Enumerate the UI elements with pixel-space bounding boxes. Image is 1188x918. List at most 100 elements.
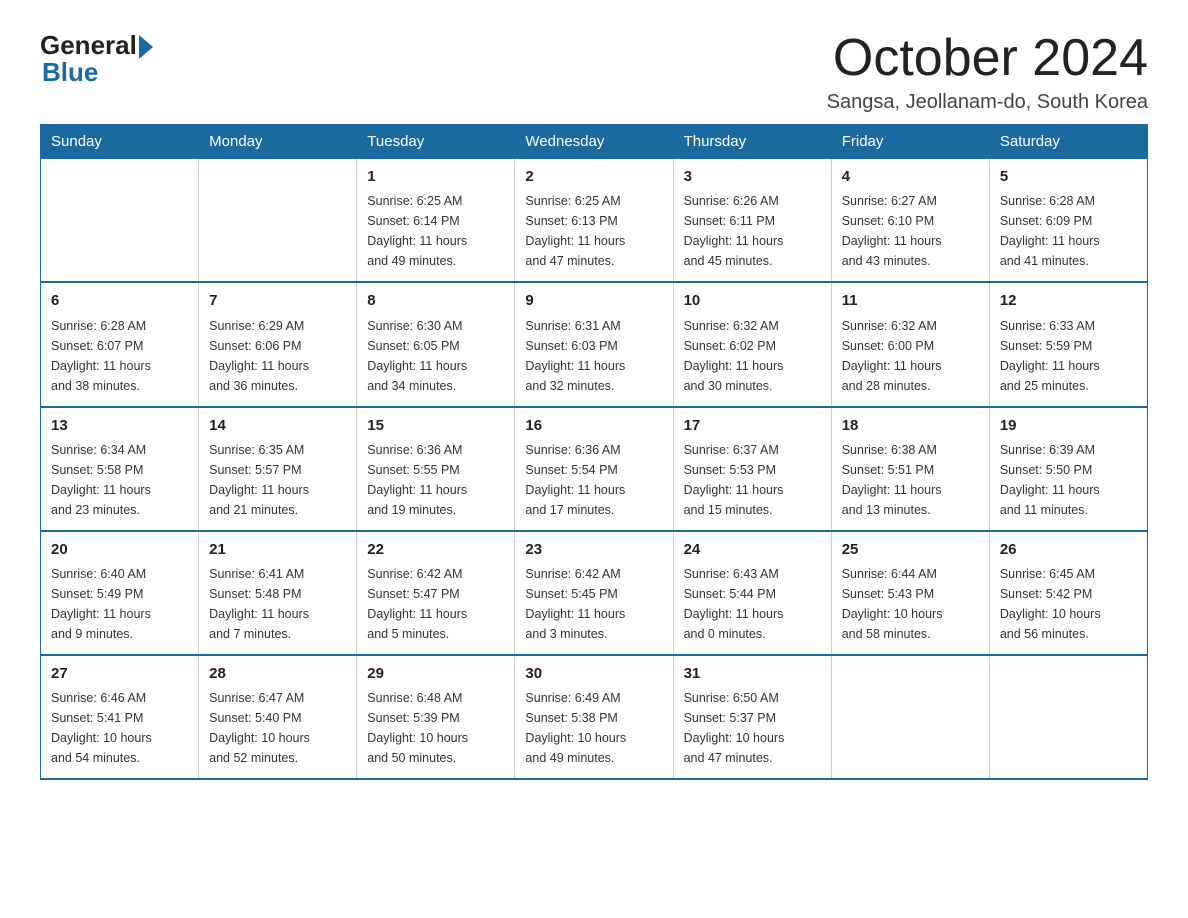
day-number: 31 xyxy=(684,662,821,685)
title-block: October 2024 Sangsa, Jeollanam-do, South… xyxy=(827,30,1148,114)
calendar-cell xyxy=(41,159,199,283)
logo-blue: Blue xyxy=(40,57,98,88)
calendar-week-1: 1 Sunrise: 6:25 AM Sunset: 6:14 PM Daylig… xyxy=(41,159,1148,283)
day-info: Sunrise: 6:32 AM Sunset: 6:00 PM Dayligh… xyxy=(842,316,979,396)
calendar-cell: 17Sunrise: 6:37 AM Sunset: 5:53 PM Dayli… xyxy=(673,407,831,531)
day-info: Sunrise: 6:50 AM Sunset: 5:37 PM Dayligh… xyxy=(684,688,821,768)
calendar-cell: 21 Sunrise: 6:41 AM Sunset: 5:48 PM Dayli… xyxy=(199,531,357,655)
calendar-cell: 6 Sunrise: 6:28 AM Sunset: 6:07 PM Daylig… xyxy=(41,282,199,406)
day-number: 6 xyxy=(51,289,188,312)
calendar-week-3: 13 Sunrise: 6:34 AM Sunset: 5:58 PM Dayli… xyxy=(41,407,1148,531)
header-cell-wednesday: Wednesday xyxy=(515,125,673,159)
day-number: 29 xyxy=(367,662,504,685)
day-info: Sunrise: 6:42 AM Sunset: 5:47 PM Dayligh… xyxy=(367,564,504,644)
day-info: Sunrise: 6:28 AM Sunset: 6:07 PM Dayligh… xyxy=(51,316,188,396)
day-info: Sunrise: 6:45 AM Sunset: 5:42 PM Dayligh… xyxy=(1000,564,1137,644)
day-info: Sunrise: 6:25 AM Sunset: 6:14 PM Dayligh… xyxy=(367,191,504,271)
day-info: Sunrise: 6:34 AM Sunset: 5:58 PM Dayligh… xyxy=(51,440,188,520)
calendar-cell: 3Sunrise: 6:26 AM Sunset: 6:11 PM Daylig… xyxy=(673,159,831,283)
header-cell-sunday: Sunday xyxy=(41,125,199,159)
calendar-cell: 11 Sunrise: 6:32 AM Sunset: 6:00 PM Dayli… xyxy=(831,282,989,406)
calendar-cell: 23Sunrise: 6:42 AM Sunset: 5:45 PM Dayli… xyxy=(515,531,673,655)
day-info: Sunrise: 6:49 AM Sunset: 5:38 PM Dayligh… xyxy=(525,688,662,768)
logo-arrow-icon xyxy=(139,35,153,59)
day-info: Sunrise: 6:48 AM Sunset: 5:39 PM Dayligh… xyxy=(367,688,504,768)
header-cell-tuesday: Tuesday xyxy=(357,125,515,159)
header-cell-saturday: Saturday xyxy=(989,125,1147,159)
day-number: 11 xyxy=(842,289,979,312)
calendar-cell: 28 Sunrise: 6:47 AM Sunset: 5:40 PM Dayli… xyxy=(199,655,357,779)
day-info: Sunrise: 6:29 AM Sunset: 6:06 PM Dayligh… xyxy=(209,316,346,396)
calendar-cell: 7 Sunrise: 6:29 AM Sunset: 6:06 PM Daylig… xyxy=(199,282,357,406)
day-info: Sunrise: 6:25 AM Sunset: 6:13 PM Dayligh… xyxy=(525,191,662,271)
calendar-cell: 29 Sunrise: 6:48 AM Sunset: 5:39 PM Dayli… xyxy=(357,655,515,779)
day-number: 30 xyxy=(525,662,662,685)
day-info: Sunrise: 6:43 AM Sunset: 5:44 PM Dayligh… xyxy=(684,564,821,644)
day-number: 2 xyxy=(525,165,662,188)
day-info: Sunrise: 6:44 AM Sunset: 5:43 PM Dayligh… xyxy=(842,564,979,644)
day-number: 5 xyxy=(1000,165,1137,188)
calendar-cell: 27 Sunrise: 6:46 AM Sunset: 5:41 PM Dayli… xyxy=(41,655,199,779)
day-number: 8 xyxy=(367,289,504,312)
day-info: Sunrise: 6:47 AM Sunset: 5:40 PM Dayligh… xyxy=(209,688,346,768)
day-number: 24 xyxy=(684,538,821,561)
day-info: Sunrise: 6:46 AM Sunset: 5:41 PM Dayligh… xyxy=(51,688,188,768)
day-info: Sunrise: 6:33 AM Sunset: 5:59 PM Dayligh… xyxy=(1000,316,1137,396)
header-cell-thursday: Thursday xyxy=(673,125,831,159)
day-number: 26 xyxy=(1000,538,1137,561)
day-info: Sunrise: 6:32 AM Sunset: 6:02 PM Dayligh… xyxy=(684,316,821,396)
calendar-cell: 9Sunrise: 6:31 AM Sunset: 6:03 PM Daylig… xyxy=(515,282,673,406)
calendar-cell xyxy=(831,655,989,779)
day-info: Sunrise: 6:35 AM Sunset: 5:57 PM Dayligh… xyxy=(209,440,346,520)
day-info: Sunrise: 6:38 AM Sunset: 5:51 PM Dayligh… xyxy=(842,440,979,520)
location-subtitle: Sangsa, Jeollanam-do, South Korea xyxy=(827,91,1148,114)
day-number: 14 xyxy=(209,414,346,437)
calendar-cell: 12 Sunrise: 6:33 AM Sunset: 5:59 PM Dayli… xyxy=(989,282,1147,406)
day-number: 16 xyxy=(525,414,662,437)
header-cell-friday: Friday xyxy=(831,125,989,159)
day-number: 27 xyxy=(51,662,188,685)
calendar-cell: 8Sunrise: 6:30 AM Sunset: 6:05 PM Daylig… xyxy=(357,282,515,406)
day-info: Sunrise: 6:40 AM Sunset: 5:49 PM Dayligh… xyxy=(51,564,188,644)
logo: General Blue xyxy=(40,30,153,88)
calendar-cell: 15Sunrise: 6:36 AM Sunset: 5:55 PM Dayli… xyxy=(357,407,515,531)
calendar-week-2: 6 Sunrise: 6:28 AM Sunset: 6:07 PM Daylig… xyxy=(41,282,1148,406)
page-header: General Blue October 2024 Sangsa, Jeolla… xyxy=(40,30,1148,114)
calendar-cell: 30 Sunrise: 6:49 AM Sunset: 5:38 PM Dayli… xyxy=(515,655,673,779)
day-number: 4 xyxy=(842,165,979,188)
day-number: 21 xyxy=(209,538,346,561)
calendar-cell xyxy=(199,159,357,283)
day-info: Sunrise: 6:36 AM Sunset: 5:54 PM Dayligh… xyxy=(525,440,662,520)
calendar-week-4: 20Sunrise: 6:40 AM Sunset: 5:49 PM Dayli… xyxy=(41,531,1148,655)
calendar-week-5: 27 Sunrise: 6:46 AM Sunset: 5:41 PM Dayli… xyxy=(41,655,1148,779)
day-info: Sunrise: 6:37 AM Sunset: 5:53 PM Dayligh… xyxy=(684,440,821,520)
calendar-cell: 25 Sunrise: 6:44 AM Sunset: 5:43 PM Dayli… xyxy=(831,531,989,655)
header-cell-monday: Monday xyxy=(199,125,357,159)
day-info: Sunrise: 6:41 AM Sunset: 5:48 PM Dayligh… xyxy=(209,564,346,644)
calendar-header: SundayMondayTuesdayWednesdayThursdayFrid… xyxy=(41,125,1148,159)
day-number: 28 xyxy=(209,662,346,685)
day-number: 13 xyxy=(51,414,188,437)
calendar-cell: 10 Sunrise: 6:32 AM Sunset: 6:02 PM Dayli… xyxy=(673,282,831,406)
calendar-table: SundayMondayTuesdayWednesdayThursdayFrid… xyxy=(40,124,1148,780)
calendar-cell: 16 Sunrise: 6:36 AM Sunset: 5:54 PM Dayli… xyxy=(515,407,673,531)
day-info: Sunrise: 6:26 AM Sunset: 6:11 PM Dayligh… xyxy=(684,191,821,271)
calendar-cell: 19Sunrise: 6:39 AM Sunset: 5:50 PM Dayli… xyxy=(989,407,1147,531)
day-number: 23 xyxy=(525,538,662,561)
calendar-cell: 14 Sunrise: 6:35 AM Sunset: 5:57 PM Dayli… xyxy=(199,407,357,531)
calendar-cell: 13 Sunrise: 6:34 AM Sunset: 5:58 PM Dayli… xyxy=(41,407,199,531)
day-number: 19 xyxy=(1000,414,1137,437)
day-number: 10 xyxy=(684,289,821,312)
calendar-cell: 18 Sunrise: 6:38 AM Sunset: 5:51 PM Dayli… xyxy=(831,407,989,531)
calendar-cell xyxy=(989,655,1147,779)
calendar-cell: 31 Sunrise: 6:50 AM Sunset: 5:37 PM Dayli… xyxy=(673,655,831,779)
day-number: 7 xyxy=(209,289,346,312)
calendar-cell: 22Sunrise: 6:42 AM Sunset: 5:47 PM Dayli… xyxy=(357,531,515,655)
day-number: 25 xyxy=(842,538,979,561)
day-number: 18 xyxy=(842,414,979,437)
day-number: 12 xyxy=(1000,289,1137,312)
day-number: 1 xyxy=(367,165,504,188)
day-info: Sunrise: 6:28 AM Sunset: 6:09 PM Dayligh… xyxy=(1000,191,1137,271)
calendar-body: 1 Sunrise: 6:25 AM Sunset: 6:14 PM Daylig… xyxy=(41,159,1148,780)
day-number: 15 xyxy=(367,414,504,437)
